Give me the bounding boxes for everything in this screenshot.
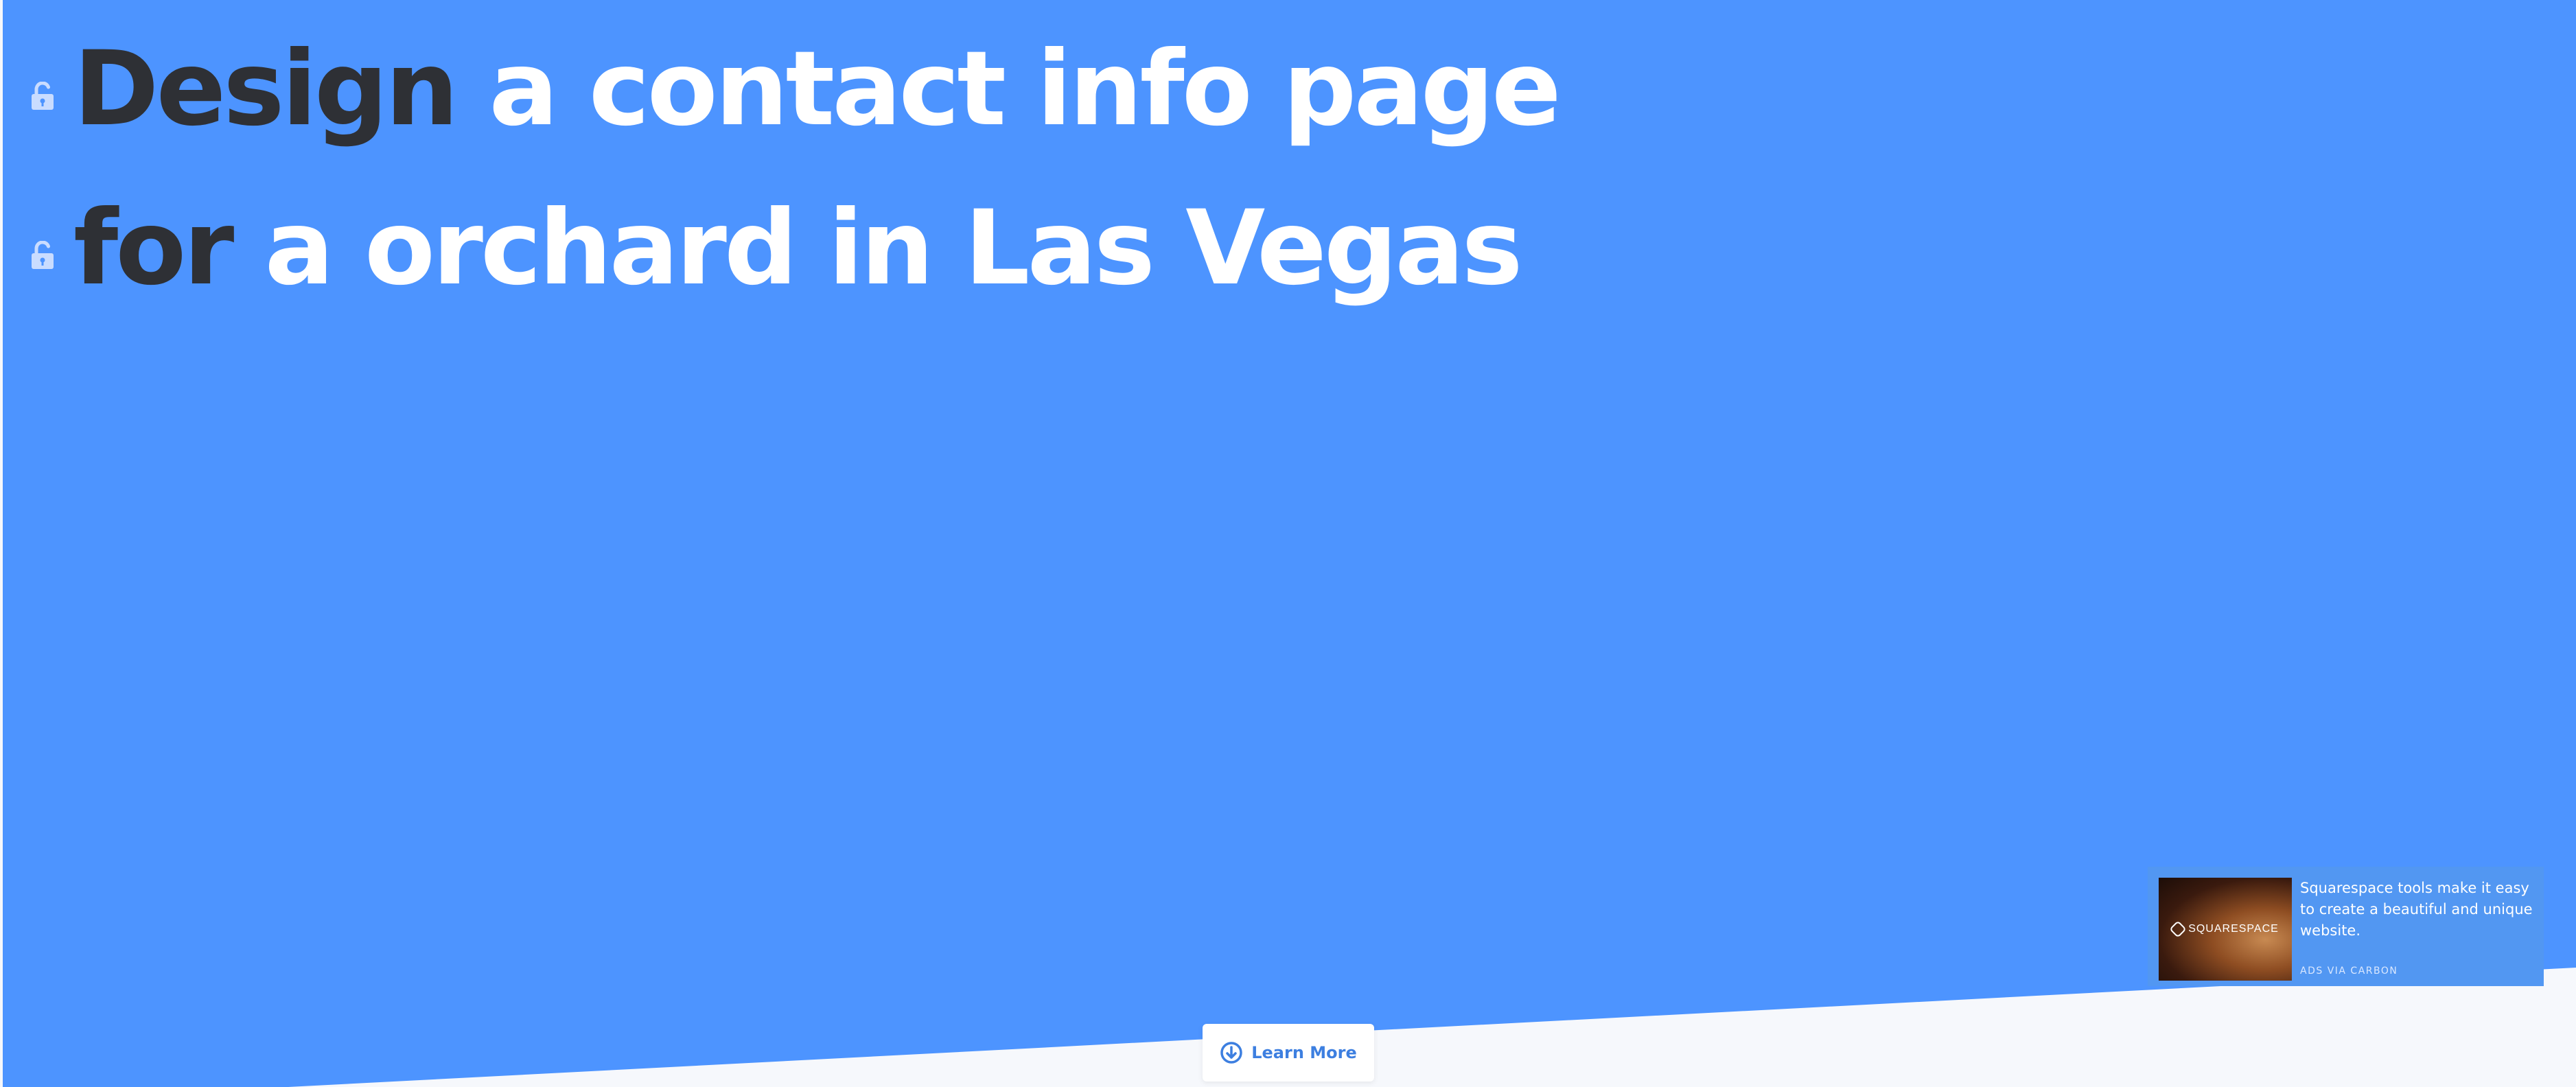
ad-image[interactable]: SQUARESPACE (2159, 878, 2292, 981)
headline-subject: a orchard in Las Vegas (264, 189, 1523, 308)
headline-preposition[interactable]: for (73, 189, 234, 308)
headline-line-2: for a orchard in Las Vegas (31, 180, 1523, 317)
ad-via-carbon-link[interactable]: ADS VIA CARBON (2300, 966, 2533, 977)
headline-object: a contact info page (489, 30, 1561, 149)
headline-line-1: Design a contact info page (31, 21, 1562, 158)
headline-verb[interactable]: Design (73, 30, 459, 149)
learn-more-button[interactable]: Learn More (1203, 1024, 1374, 1082)
learn-more-label: Learn More (1251, 1043, 1357, 1062)
arrow-down-circle-icon (1220, 1042, 1242, 1064)
ad-text-block: Squarespace tools make it easy to create… (2300, 878, 2533, 977)
headline-text-1: Design a contact info page (73, 21, 1562, 158)
carbon-ad[interactable]: SQUARESPACE Squarespace tools make it ea… (2148, 867, 2544, 986)
lock-icon[interactable] (31, 68, 58, 110)
ad-brand-logo-text: SQUARESPACE (2188, 923, 2279, 935)
squarespace-logo-icon (2169, 920, 2187, 938)
ad-copy[interactable]: Squarespace tools make it easy to create… (2300, 878, 2533, 942)
headline-text-2: for a orchard in Las Vegas (73, 180, 1523, 317)
lock-icon[interactable] (31, 227, 58, 270)
